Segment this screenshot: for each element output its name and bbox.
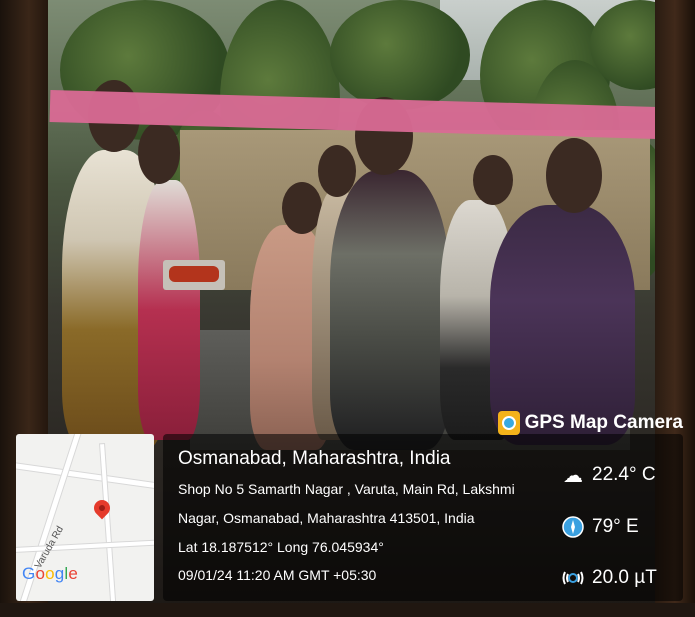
map-pin-icon <box>90 496 114 520</box>
person-head <box>473 155 513 205</box>
google-logo: Google <box>22 564 79 583</box>
address-line-2: Nagar, Osmanabad, Maharashtra 413501, In… <box>178 510 475 526</box>
person <box>330 170 450 450</box>
direction-stat: 79° E <box>560 514 639 540</box>
coordinates: Lat 18.187512° Long 76.045934° <box>178 539 384 555</box>
temperature-value: 22.4° C <box>592 464 656 485</box>
photo: Varuda Rd Google GPS Map Camera Osmanaba… <box>0 0 695 617</box>
partly-cloudy-icon: ☁ <box>563 463 583 487</box>
magnetic-field-icon <box>560 565 586 591</box>
person-head <box>138 122 180 184</box>
gps-map-camera-icon <box>497 411 520 435</box>
magnetic-field-stat: 20.0 µT <box>560 565 657 591</box>
magnetic-field-value: 20.0 µT <box>592 567 657 588</box>
map-road <box>16 462 154 491</box>
gps-map-camera-badge: GPS Map Camera <box>497 408 683 438</box>
address-line-1: Shop No 5 Samarth Nagar , Varuta, Main R… <box>178 481 515 497</box>
person <box>138 180 200 440</box>
datetime: 09/01/24 11:20 AM GMT +05:30 <box>178 567 377 583</box>
map-road <box>100 444 116 601</box>
direction-value: 79° E <box>592 516 639 537</box>
person-head <box>546 138 602 213</box>
compass-icon <box>560 514 586 540</box>
map-road <box>16 539 154 553</box>
tray <box>163 260 225 290</box>
brand-label: GPS Map Camera <box>524 412 683 433</box>
door-frame-bottom <box>0 603 695 617</box>
map-thumbnail[interactable]: Varuda Rd Google <box>16 434 154 601</box>
location-title: Osmanabad, Maharashtra, India <box>178 448 451 469</box>
temperature-stat: ☁ 22.4° C <box>560 462 656 488</box>
tree <box>330 0 470 110</box>
